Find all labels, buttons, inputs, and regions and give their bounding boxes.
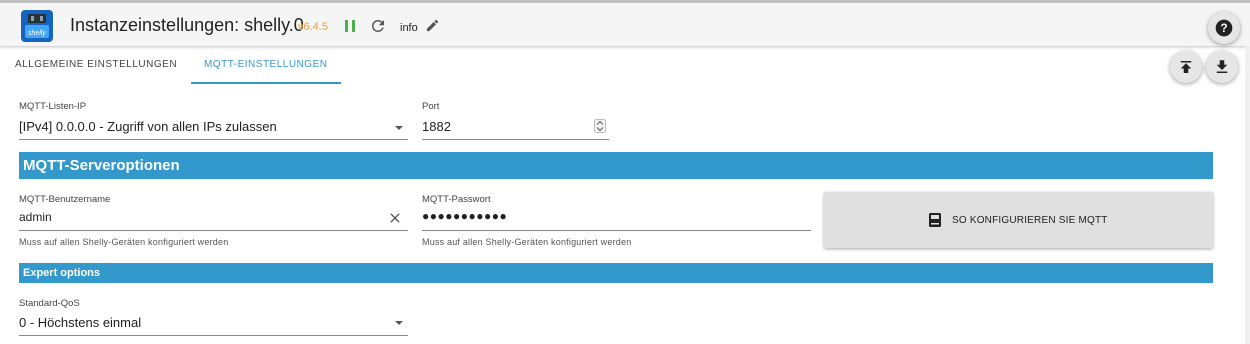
help-icon: ? — [1215, 19, 1233, 37]
username-input[interactable]: admin — [19, 210, 52, 224]
upload-config-button[interactable] — [1170, 51, 1202, 83]
listen-ip-underline — [19, 139, 408, 140]
password-underline — [422, 230, 811, 231]
edit-pencil-icon[interactable] — [425, 18, 440, 33]
scrollbar[interactable] — [1245, 46, 1250, 344]
mqtt-howto-button[interactable]: SO KONFIGURIEREN SIE MQTT — [824, 192, 1213, 248]
upload-icon — [1180, 61, 1192, 73]
reload-icon[interactable] — [369, 17, 387, 35]
port-label: Port — [422, 101, 440, 112]
username-helper-text: Muss auf allen Shelly-Geräten konfigurie… — [19, 237, 229, 247]
listen-ip-select[interactable]: [IPv4] 0.0.0.0 - Zugriff von allen IPs z… — [19, 119, 277, 134]
svg-text:?: ? — [1220, 22, 1227, 35]
loglevel-label: info — [400, 22, 418, 34]
shelly-logo-icon: shelly — [21, 10, 53, 42]
pause-icon[interactable] — [343, 18, 357, 34]
book-icon — [929, 213, 941, 227]
password-input[interactable]: ●●●●●●●●●●● — [422, 209, 507, 223]
version-badge: v6.4.5 — [298, 21, 328, 33]
port-input[interactable]: 1882 — [422, 119, 451, 134]
page-title: Instanzeinstellungen: shelly.0 — [70, 15, 304, 35]
active-tab-indicator — [191, 82, 341, 84]
chevron-down-icon[interactable] — [395, 126, 403, 130]
help-button[interactable]: ? — [1208, 12, 1240, 44]
tab-mqtt-settings[interactable]: MQTT-EINSTELLUNGEN — [204, 59, 327, 70]
username-label: MQTT-Benutzername — [19, 194, 111, 205]
password-label: MQTT-Passwort — [422, 194, 491, 205]
port-underline — [422, 139, 609, 140]
download-config-button[interactable] — [1206, 51, 1238, 83]
download-icon — [1216, 60, 1228, 73]
chevron-down-icon[interactable] — [395, 321, 403, 325]
app-header: shelly Instanzeinstellungen: shelly.0 v6… — [0, 0, 1250, 46]
svg-text:shelly: shelly — [28, 30, 46, 37]
mqtt-howto-label: SO KONFIGURIEREN SIE MQTT — [952, 215, 1108, 226]
qos-label: Standard-QoS — [19, 298, 80, 309]
section-header-expert-options: Expert options — [19, 263, 1213, 283]
qos-select[interactable]: 0 - Höchstens einmal — [19, 315, 141, 330]
clear-icon[interactable] — [387, 210, 403, 226]
qos-underline — [19, 335, 408, 336]
number-stepper-icon[interactable] — [594, 119, 606, 133]
section-header-server-options: MQTT-Serveroptionen — [19, 152, 1213, 179]
tab-general-settings[interactable]: ALLGEMEINE EINSTELLUNGEN — [15, 59, 177, 70]
listen-ip-label: MQTT-Listen-IP — [19, 101, 87, 112]
password-helper-text: Muss auf allen Shelly-Geräten konfigurie… — [422, 237, 632, 247]
username-underline — [19, 230, 408, 231]
